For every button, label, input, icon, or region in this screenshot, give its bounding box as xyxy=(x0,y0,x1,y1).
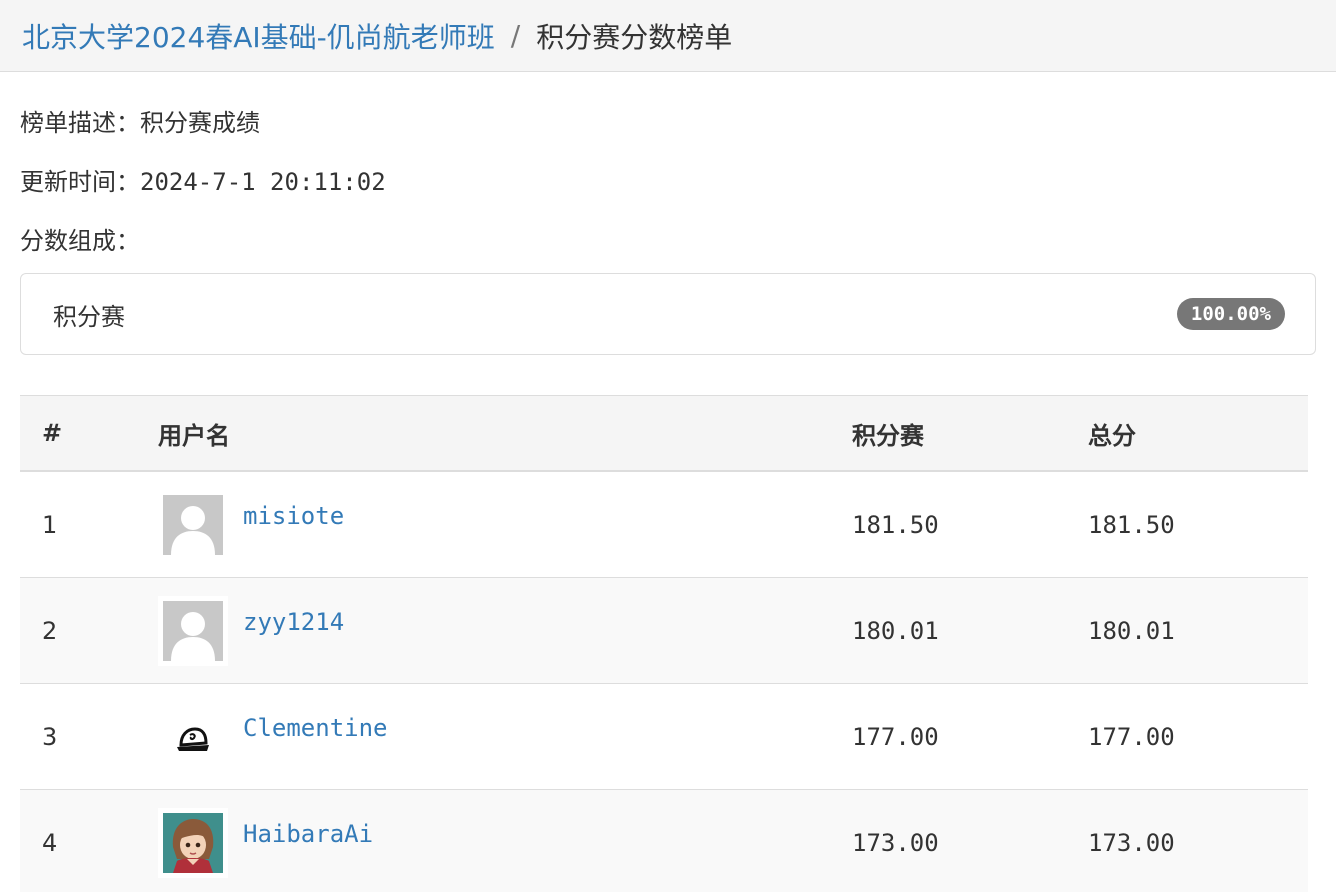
anime-girl-avatar-icon[interactable] xyxy=(158,807,228,878)
rank-cell: 1 xyxy=(20,470,158,578)
contest-score-cell: 181.50 xyxy=(852,470,1088,578)
user-cell: HaibaraAi xyxy=(158,789,852,892)
user-cell: zyy1214 xyxy=(158,577,852,684)
composition-item: 积分赛 100.00% xyxy=(20,273,1316,355)
contest-score-cell: 180.01 xyxy=(852,577,1088,684)
ranking-table: # 用户名 积分赛 总分 1 misiote 181.50 181.50 2 z… xyxy=(20,395,1308,892)
table-header-row: # 用户名 积分赛 总分 xyxy=(20,395,1308,472)
table-row: 3 Clementine 177.00 177.00 xyxy=(20,683,1308,790)
default-avatar-icon[interactable] xyxy=(158,595,228,666)
user-cell: Clementine xyxy=(158,683,852,790)
composition-label: 分数组成： xyxy=(20,227,140,255)
breadcrumb: 北京大学2024春AI基础-仉尚航老师班 / 积分赛分数榜单 xyxy=(0,0,1336,72)
percent-badge: 100.00% xyxy=(1176,298,1285,330)
total-score-cell: 180.01 xyxy=(1088,577,1308,684)
user-cell: misiote xyxy=(158,470,852,578)
main-content: 榜单描述：积分赛成绩 更新时间：2024-7-1 20:11:02 分数组成： … xyxy=(0,109,1336,892)
composition-line: 分数组成： xyxy=(20,227,1316,255)
total-score-cell: 181.50 xyxy=(1088,470,1308,578)
description-line: 榜单描述：积分赛成绩 xyxy=(20,109,1316,137)
page-title: 积分赛分数榜单 xyxy=(536,20,733,54)
username-link[interactable]: HaibaraAi xyxy=(243,820,373,848)
updated-label: 更新时间： xyxy=(20,168,140,196)
username-link[interactable]: misiote xyxy=(243,502,344,530)
updated-line: 更新时间：2024-7-1 20:11:02 xyxy=(20,168,1316,196)
rank-cell: 4 xyxy=(20,789,158,892)
cap-avatar-icon[interactable] xyxy=(158,701,228,772)
header-username: 用户名 xyxy=(158,395,852,472)
header-rank: # xyxy=(20,395,158,472)
table-row: 4 HaibaraAi 173.00 173.00 xyxy=(20,789,1308,892)
username-link[interactable]: zyy1214 xyxy=(243,608,344,636)
contest-score-cell: 173.00 xyxy=(852,789,1088,892)
breadcrumb-separator: / xyxy=(510,19,521,52)
table-row: 2 zyy1214 180.01 180.01 xyxy=(20,577,1308,684)
total-score-cell: 177.00 xyxy=(1088,683,1308,790)
composition-item-name: 积分赛 xyxy=(53,302,125,331)
description-value: 积分赛成绩 xyxy=(140,109,260,137)
breadcrumb-course-link[interactable]: 北京大学2024春AI基础-仉尚航老师班 xyxy=(22,16,495,56)
rank-cell: 2 xyxy=(20,577,158,684)
updated-value: 2024-7-1 20:11:02 xyxy=(140,168,386,196)
table-row: 1 misiote 181.50 181.50 xyxy=(20,470,1308,578)
total-score-cell: 173.00 xyxy=(1088,789,1308,892)
username-link[interactable]: Clementine xyxy=(243,714,388,742)
rank-cell: 3 xyxy=(20,683,158,790)
default-avatar-icon[interactable] xyxy=(158,489,228,560)
header-contest-score: 积分赛 xyxy=(852,395,1088,472)
contest-score-cell: 177.00 xyxy=(852,683,1088,790)
header-total-score: 总分 xyxy=(1088,395,1308,472)
description-label: 榜单描述： xyxy=(20,109,140,137)
